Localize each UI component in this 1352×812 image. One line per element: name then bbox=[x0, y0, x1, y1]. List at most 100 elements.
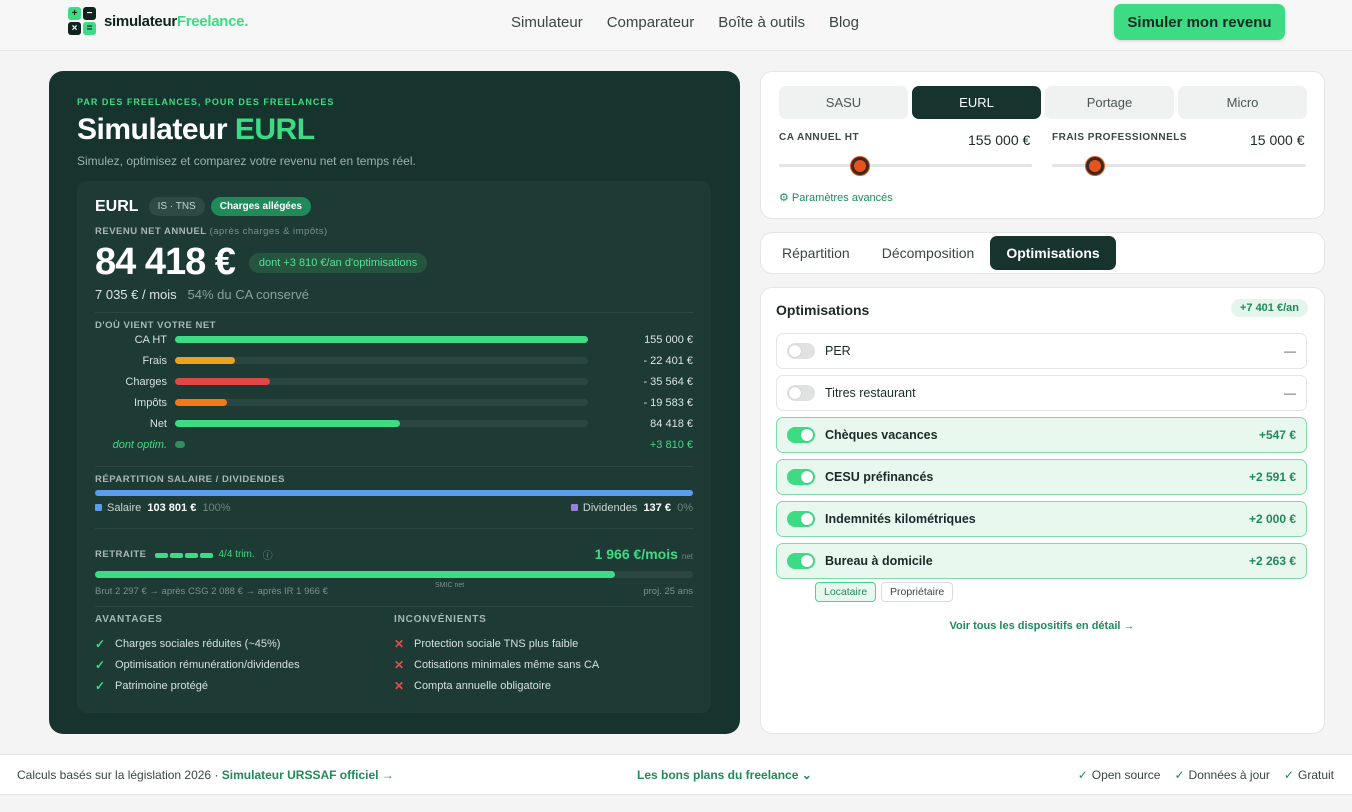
info-icon[interactable]: ⓘ bbox=[263, 547, 273, 562]
option-cheques-vacances[interactable]: Chèques vacances +547 € bbox=[776, 417, 1307, 453]
breakdown-row: dont optim. +3 810 € bbox=[95, 434, 693, 455]
ca-slider[interactable] bbox=[779, 157, 1032, 175]
check-icon: ✓ bbox=[1174, 768, 1185, 782]
toggle[interactable] bbox=[787, 553, 815, 569]
frais-value: 15 000 € bbox=[1250, 132, 1305, 148]
badge-open-source: ✓ Open source bbox=[1077, 768, 1161, 782]
toggle[interactable] bbox=[787, 469, 815, 485]
logo[interactable]: + − × = simulateurFreelance. bbox=[68, 7, 248, 35]
toggle[interactable] bbox=[787, 385, 815, 401]
split-legend: Salaire 103 801 € 100% Dividendes 137 € … bbox=[95, 502, 693, 514]
housing-locataire[interactable]: Locataire bbox=[815, 582, 877, 602]
check-icon: ✓ bbox=[95, 678, 106, 693]
breakdown-track bbox=[175, 441, 588, 448]
breakdown-label: Frais bbox=[142, 354, 167, 367]
breakdown-value: +3 810 € bbox=[649, 438, 693, 451]
breakdown-bar bbox=[175, 441, 186, 448]
hero-kicker: PAR DES FREELANCES, POUR DES FREELANCES bbox=[77, 97, 335, 107]
toggle[interactable] bbox=[787, 511, 815, 527]
toggle[interactable] bbox=[787, 427, 815, 443]
breakdown-value: 155 000 € bbox=[644, 333, 693, 346]
nav-blog[interactable]: Blog bbox=[829, 14, 859, 31]
optimisations-total: +7 401 €/an bbox=[1230, 299, 1308, 317]
view-tabs-card: Répartition Décomposition Optimisations bbox=[760, 232, 1325, 274]
badge-free: ✓ Gratuit bbox=[1283, 768, 1334, 782]
breakdown-row: Impôts - 19 583 € bbox=[95, 392, 693, 413]
breakdown-row: Frais - 22 401 € bbox=[95, 350, 693, 371]
optim-chip: dont +3 810 €/an d'optimisations bbox=[248, 252, 428, 273]
site-header: + − × = simulateurFreelance. Simulateur Co… bbox=[0, 0, 1352, 51]
breakdown-track bbox=[175, 420, 588, 427]
breakdown-track bbox=[175, 378, 588, 385]
toggle[interactable] bbox=[787, 343, 815, 359]
badge-data-updated: ✓ Données à jour bbox=[1174, 768, 1270, 782]
page-title: Simulateur EURL bbox=[77, 113, 315, 146]
footer-legal: Calculs basés sur la législation 2026 · … bbox=[17, 768, 394, 782]
breakdown-bar bbox=[175, 357, 235, 364]
cons-list: INCONVÉNIENTS ✕ Protection sociale TNS pl… bbox=[394, 614, 693, 696]
list-item: ✕ Compta annuelle obligatoire bbox=[394, 678, 551, 693]
nav-simulateur[interactable]: Simulateur bbox=[511, 14, 583, 31]
check-icon: ✓ bbox=[95, 657, 106, 672]
retirement-detail: Brut 2 297 € → après CSG 2 088 € → après… bbox=[95, 586, 693, 597]
tab-decomposition[interactable]: Décomposition bbox=[866, 236, 991, 270]
breakdown-bar bbox=[175, 336, 588, 343]
main-nav: Simulateur Comparateur Boîte à outils Bl… bbox=[511, 14, 859, 31]
status-eurl[interactable]: EURL bbox=[912, 86, 1041, 119]
trimester-indicator bbox=[154, 545, 215, 563]
breakdown-bar bbox=[175, 399, 228, 406]
breakdown-bar bbox=[175, 378, 270, 385]
bons-plans-toggle[interactable]: Les bons plans du freelance ⌄ bbox=[637, 768, 812, 782]
option-titres-restaurant[interactable]: Titres restaurant — bbox=[776, 375, 1307, 411]
breakdown-value: 84 418 € bbox=[650, 417, 693, 430]
ca-label: CA ANNUEL HT bbox=[779, 132, 860, 143]
salary-split-bar bbox=[95, 490, 693, 496]
footer-badges: ✓ Open source ✓ Données à jour ✓ Gratuit bbox=[1078, 768, 1334, 782]
tab-repartition[interactable]: Répartition bbox=[766, 236, 866, 270]
nav-comparateur[interactable]: Comparateur bbox=[607, 14, 695, 31]
status-portage[interactable]: Portage bbox=[1045, 86, 1174, 119]
status-micro[interactable]: Micro bbox=[1178, 86, 1307, 119]
breakdown-label: CA HT bbox=[134, 333, 167, 346]
advanced-settings-link[interactable]: ⚙ Paramètres avancés bbox=[779, 191, 893, 204]
status-sasu[interactable]: SASU bbox=[779, 86, 908, 119]
breakdown-bar bbox=[175, 420, 401, 427]
urssaf-link[interactable]: Simulateur URSSAF officiel → bbox=[222, 768, 394, 782]
list-item: ✕ Cotisations minimales même sans CA bbox=[394, 657, 600, 672]
list-item: ✓ Optimisation rémunération/dividendes bbox=[95, 657, 300, 672]
status-name: EURL bbox=[95, 197, 139, 215]
pros-cons: AVANTAGES ✓ Charges sociales réduites (~4… bbox=[95, 614, 693, 696]
nav-boite-a-outils[interactable]: Boîte à outils bbox=[718, 14, 805, 31]
housing-proprietaire[interactable]: Propriétaire bbox=[881, 582, 954, 602]
list-item: ✓ Charges sociales réduites (~45%) bbox=[95, 636, 281, 651]
footer-bar: Calculs basés sur la législation 2026 · … bbox=[0, 754, 1352, 795]
retirement-row: RETRAITE 4/4 trim. ⓘ 1 966 €/mois net bbox=[95, 545, 693, 563]
config-card: SASU EURL Portage Micro CA ANNUEL HT 155… bbox=[760, 71, 1325, 219]
hero-panel: PAR DES FREELANCES, POUR DES FREELANCES … bbox=[49, 71, 740, 734]
cross-icon: ✕ bbox=[394, 657, 405, 672]
tab-optimisations[interactable]: Optimisations bbox=[990, 236, 1116, 270]
frais-slider[interactable] bbox=[1052, 157, 1306, 175]
breakdown-label: Impôts bbox=[133, 396, 167, 409]
ca-slider-handle[interactable] bbox=[850, 157, 869, 175]
frais-label: FRAIS PROFESSIONNELS bbox=[1052, 132, 1188, 143]
option-bureau-domicile[interactable]: Bureau à domicile +2 263 € bbox=[776, 543, 1307, 579]
option-per[interactable]: PER — bbox=[776, 333, 1307, 369]
breakdown-bars: CA HT 155 000 € Frais - 22 401 € Charges - 35… bbox=[95, 329, 693, 455]
optimisations-title: Optimisations bbox=[776, 302, 870, 318]
tax-chip: IS · TNS bbox=[148, 197, 205, 216]
optimisations-card: Optimisations +7 401 €/an PER — Titres re… bbox=[760, 287, 1325, 734]
option-cesu[interactable]: CESU préfinancés +2 591 € bbox=[776, 459, 1307, 495]
cross-icon: ✕ bbox=[394, 678, 405, 693]
breakdown-label: Net bbox=[149, 417, 167, 430]
list-item: ✕ Protection sociale TNS plus faible bbox=[394, 636, 579, 651]
option-indemnites-km[interactable]: Indemnités kilométriques +2 000 € bbox=[776, 501, 1307, 537]
frais-slider-handle[interactable] bbox=[1086, 157, 1105, 175]
simulate-income-button[interactable]: Simuler mon revenu bbox=[1114, 4, 1285, 40]
status-selector: SASU EURL Portage Micro bbox=[779, 86, 1307, 119]
breakdown-value: - 19 583 € bbox=[643, 396, 693, 409]
ca-value: 155 000 € bbox=[968, 132, 1031, 148]
see-all-link[interactable]: Voir tous les dispositifs en détail → bbox=[761, 620, 1323, 632]
salary-legend: Salaire 103 801 € 100% bbox=[95, 502, 231, 514]
breakdown-label: dont optim. bbox=[112, 438, 167, 451]
